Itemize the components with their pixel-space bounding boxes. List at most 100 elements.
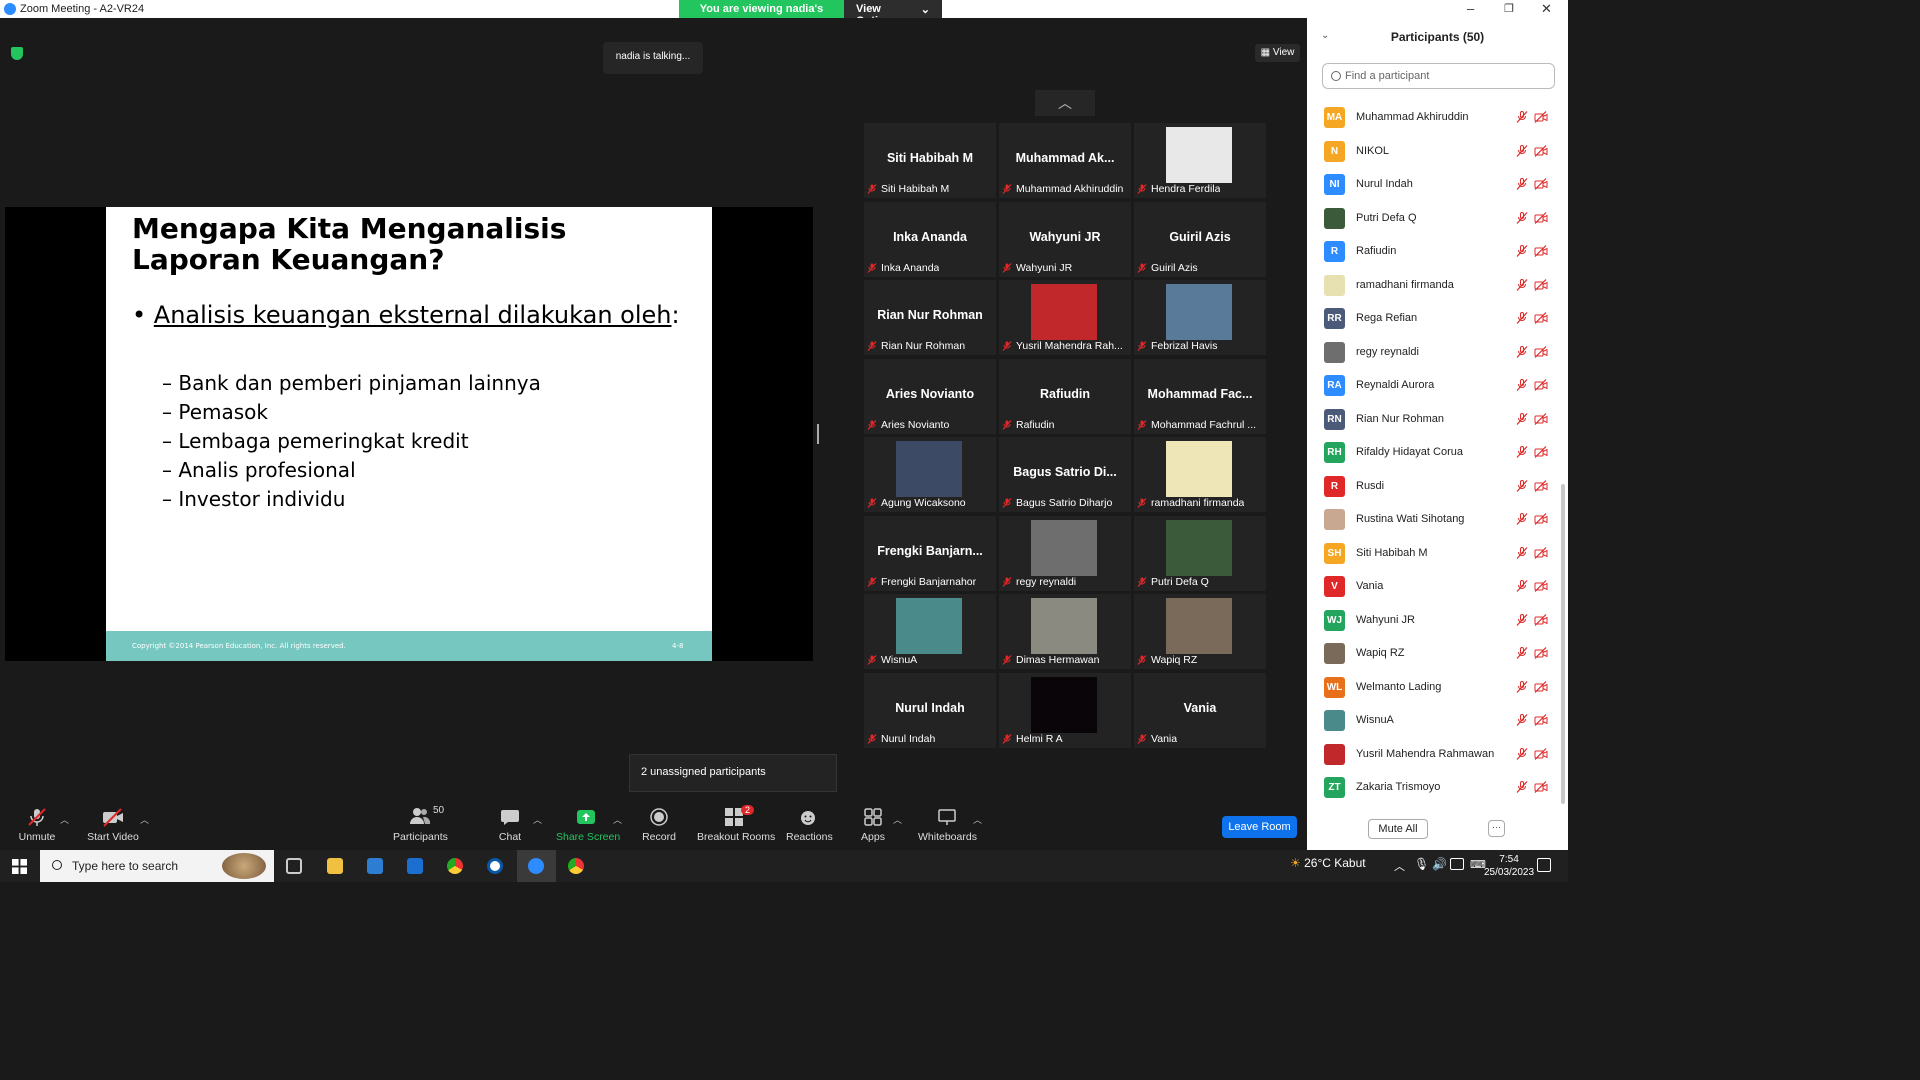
more-options-button[interactable]: ··· [1488, 820, 1505, 837]
participant-mic-muted-icon[interactable] [1516, 144, 1528, 157]
participant-row[interactable]: R Rusdi [1307, 470, 1557, 504]
participant-row[interactable]: R Rafiudin [1307, 235, 1557, 269]
participant-mic-muted-icon[interactable] [1516, 479, 1528, 492]
weather-widget[interactable]: ☀ 26°C Kabut [1290, 856, 1366, 870]
video-tile[interactable]: Hendra Ferdila [1134, 123, 1266, 198]
audio-options-chevron-icon[interactable]: ︿ [60, 813, 69, 826]
participant-row[interactable]: RR Rega Refian [1307, 302, 1557, 336]
whiteboard-options-chevron-icon[interactable]: ︿ [973, 813, 982, 826]
chat-options-chevron-icon[interactable]: ︿ [533, 813, 542, 826]
video-tile[interactable]: Wapiq RZ [1134, 594, 1266, 669]
video-tile[interactable]: Nurul Indah Nurul Indah [864, 672, 996, 748]
participant-video-off-icon[interactable] [1534, 580, 1548, 592]
video-tile[interactable]: Mohammad Fac... Mohammad Fachrul ... [1134, 358, 1266, 434]
file-explorer-icon[interactable] [327, 858, 343, 874]
video-tile[interactable]: Yusril Mahendra Rah... [999, 280, 1131, 355]
participant-mic-muted-icon[interactable] [1516, 546, 1528, 559]
whiteboards-button[interactable]: Whiteboards [918, 807, 977, 843]
windows-start-icon[interactable] [12, 859, 27, 874]
view-options-button[interactable]: View Options ⌄ [844, 0, 942, 27]
participant-row[interactable]: WL Welmanto Lading [1307, 671, 1557, 705]
participant-row[interactable]: WisnuA [1307, 704, 1557, 738]
chrome-icon[interactable] [447, 858, 463, 874]
participant-row[interactable]: regy reynaldi [1307, 336, 1557, 370]
chat-button[interactable]: Chat [496, 807, 524, 843]
participant-row[interactable]: RN Rian Nur Rohman [1307, 403, 1557, 437]
video-tile[interactable]: Helmi R A [999, 672, 1131, 748]
participant-mic-muted-icon[interactable] [1516, 111, 1528, 123]
volume-icon[interactable]: 🔊 [1432, 857, 1447, 871]
video-tile[interactable]: Muhammad Ak... Muhammad Akhiruddin [999, 123, 1131, 198]
video-tile[interactable]: Inka Ananda Inka Ananda [864, 201, 996, 277]
participant-mic-muted-icon[interactable] [1516, 513, 1528, 525]
mail-icon[interactable] [407, 858, 423, 874]
video-tile[interactable]: Bagus Satrio Di... Bagus Satrio Diharjo [999, 437, 1131, 512]
video-tile[interactable]: Wahyuni JR Wahyuni JR [999, 201, 1131, 277]
video-tile[interactable]: Rafiudin Rafiudin [999, 358, 1131, 434]
participant-mic-muted-icon[interactable] [1516, 312, 1528, 324]
task-view-icon[interactable] [286, 858, 302, 874]
video-tile[interactable]: WisnuA [864, 594, 996, 669]
participant-video-off-icon[interactable] [1534, 211, 1548, 224]
zoom-taskbar-active[interactable] [517, 850, 556, 882]
video-tile[interactable]: Dimas Hermawan [999, 594, 1131, 669]
participant-mic-muted-icon[interactable] [1516, 680, 1528, 693]
participant-video-off-icon[interactable] [1534, 546, 1548, 559]
close-icon[interactable]: ✕ [1541, 1, 1552, 17]
participant-video-off-icon[interactable] [1534, 613, 1548, 626]
teamviewer-icon[interactable] [487, 858, 503, 874]
leave-room-button[interactable]: Leave Room [1222, 816, 1297, 838]
taskbar-search-input[interactable]: Type here to search [40, 850, 274, 882]
participant-mic-muted-icon[interactable] [1516, 412, 1528, 425]
participant-mic-muted-icon[interactable] [1516, 446, 1528, 458]
participant-row[interactable]: ZT Zakaria Trismoyo [1307, 771, 1557, 801]
video-options-chevron-icon[interactable]: ︿ [140, 813, 149, 826]
participants-button[interactable]: 50 Participants [393, 805, 448, 843]
participant-video-off-icon[interactable] [1534, 446, 1548, 458]
video-tile[interactable]: Agung Wicaksono [864, 437, 996, 512]
video-tile[interactable]: Guiril Azis Guiril Azis [1134, 201, 1266, 277]
participant-mic-muted-icon[interactable] [1516, 178, 1528, 190]
participant-video-off-icon[interactable] [1534, 479, 1548, 492]
mute-all-button[interactable]: Mute All [1368, 819, 1428, 839]
participant-row[interactable]: Rustina Wati Sihotang [1307, 503, 1557, 537]
participant-mic-muted-icon[interactable] [1516, 379, 1528, 391]
participant-mic-muted-icon[interactable] [1516, 747, 1528, 760]
participant-mic-muted-icon[interactable] [1516, 278, 1528, 291]
tray-chevron-icon[interactable]: ︿ [1394, 858, 1405, 874]
participant-row[interactable]: RA Reynaldi Aurora [1307, 369, 1557, 403]
view-button[interactable]: ▦ View [1255, 44, 1300, 62]
microsoft-store-icon[interactable] [367, 858, 383, 874]
participant-mic-muted-icon[interactable] [1516, 345, 1528, 358]
participant-row[interactable]: N NIKOL [1307, 135, 1557, 169]
participant-mic-muted-icon[interactable] [1516, 245, 1528, 257]
participant-row[interactable]: V Vania [1307, 570, 1557, 604]
apps-options-chevron-icon[interactable]: ︿ [893, 813, 902, 826]
participant-video-off-icon[interactable] [1534, 680, 1548, 693]
participant-row[interactable]: SH Siti Habibah M [1307, 537, 1557, 571]
participant-video-off-icon[interactable] [1534, 747, 1548, 760]
participant-video-off-icon[interactable] [1534, 513, 1548, 525]
participant-video-off-icon[interactable] [1534, 379, 1548, 391]
panel-splitter-handle[interactable] [817, 424, 819, 444]
participant-video-off-icon[interactable] [1534, 781, 1548, 793]
share-screen-button[interactable]: Share Screen [556, 807, 620, 843]
apps-button[interactable]: Apps [860, 807, 886, 843]
participant-row[interactable]: Putri Defa Q [1307, 202, 1557, 236]
participant-video-off-icon[interactable] [1534, 245, 1548, 257]
reactions-button[interactable]: Reactions [786, 807, 833, 843]
participant-video-off-icon[interactable] [1534, 178, 1548, 190]
unassigned-participants-notice[interactable]: 2 unassigned participants [629, 754, 837, 792]
participant-row[interactable]: WJ Wahyuni JR [1307, 604, 1557, 638]
chrome-profile-icon[interactable] [568, 858, 584, 874]
participant-mic-muted-icon[interactable] [1516, 211, 1528, 224]
video-tile[interactable]: Rian Nur Rohman Rian Nur Rohman [864, 280, 996, 355]
participant-mic-muted-icon[interactable] [1516, 781, 1528, 793]
network-icon[interactable] [1450, 858, 1464, 870]
participant-row[interactable]: ramadhani firmanda [1307, 269, 1557, 303]
taskbar-clock[interactable]: 7:54 25/03/2023 [1484, 853, 1534, 879]
share-options-chevron-icon[interactable]: ︿ [613, 813, 622, 826]
notifications-icon[interactable] [1537, 858, 1551, 872]
tray-microphone-icon[interactable]: 🎙 [1414, 857, 1429, 871]
participant-mic-muted-icon[interactable] [1516, 647, 1528, 659]
